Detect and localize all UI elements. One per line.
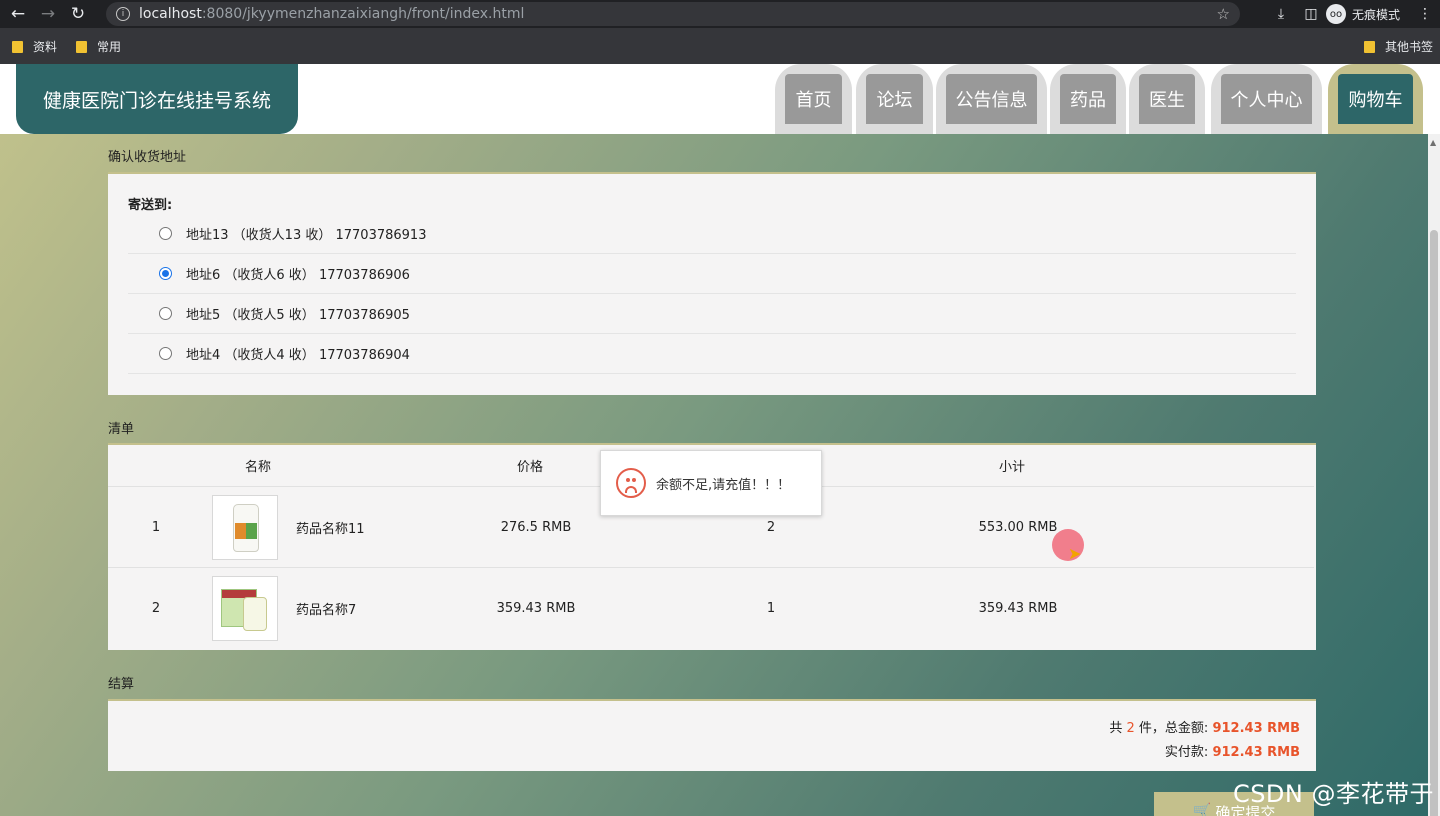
- address-option[interactable]: 地址13 （收货人13 收） 17703786913: [128, 214, 1296, 254]
- settle-panel: 共 2 件，总金额: 912.43 RMB 实付款: 912.43 RMB: [108, 699, 1316, 771]
- side-panel-icon[interactable]: ◫: [1296, 6, 1326, 22]
- column-header-subtotal: 小计: [998, 459, 1025, 475]
- product-image[interactable]: [212, 576, 278, 641]
- site-info-icon[interactable]: i: [116, 7, 130, 21]
- site-header: 健康医院门诊在线挂号系统 首页 论坛 公告信息 药品 医生 个人中心 购物车: [0, 64, 1428, 134]
- product-image[interactable]: [212, 495, 278, 560]
- reload-icon[interactable]: ↻: [66, 2, 90, 26]
- address-panel: 寄送到: 地址13 （收货人13 收） 17703786913 地址6 （收货人…: [108, 172, 1316, 395]
- nav-forum[interactable]: 论坛: [856, 64, 933, 134]
- other-bookmarks-label: 其他书签: [1385, 40, 1434, 54]
- nav-medicine[interactable]: 药品: [1050, 64, 1126, 134]
- product-quantity: 1: [766, 601, 776, 616]
- nav-doctor[interactable]: 医生: [1129, 64, 1205, 134]
- address-radio[interactable]: [159, 227, 172, 240]
- nav-personal-center[interactable]: 个人中心: [1211, 64, 1322, 134]
- address-radio[interactable]: [159, 267, 172, 280]
- address-option[interactable]: 地址4 （收货人4 收） 17703786904: [128, 334, 1296, 374]
- product-subtotal: 359.43 RMB: [978, 601, 1058, 616]
- site-logo[interactable]: 健康医院门诊在线挂号系统: [16, 64, 298, 134]
- menu-icon[interactable]: ⋮: [1410, 6, 1440, 22]
- address-bar[interactable]: i localhost :8080/jkyymenzhanzaixiangh/f…: [106, 2, 1240, 26]
- product-price: 359.43 RMB: [496, 601, 576, 616]
- download-icon[interactable]: ⤓: [1266, 6, 1296, 22]
- address-option-text: 地址5 （收货人5 收） 17703786905: [186, 308, 410, 323]
- item-count: 2: [1126, 721, 1135, 736]
- address-option-text: 地址6 （收货人6 收） 17703786906: [186, 268, 410, 283]
- address-radio[interactable]: [159, 347, 172, 360]
- paid-summary: 实付款: 912.43 RMB: [1165, 741, 1300, 760]
- sad-face-icon: [616, 468, 646, 498]
- incognito-indicator[interactable]: oo 无痕模式: [1325, 4, 1400, 24]
- browser-toolbar: ← → ↻ i localhost :8080/jkyymenzhanzaixi…: [0, 0, 1440, 28]
- medicine-bottle-picture: [233, 504, 259, 552]
- bookmark-folder-1[interactable]: 资料: [12, 38, 57, 55]
- paid-amount: 912.43 RMB: [1212, 745, 1300, 760]
- scroll-up-icon[interactable]: ▲: [1430, 138, 1436, 147]
- toast-message: 余额不足,请充值！！！: [656, 477, 791, 493]
- mouse-cursor-icon: ➤: [1068, 544, 1082, 563]
- bookmark-label: 常用: [97, 40, 122, 54]
- row-index: 1: [151, 520, 161, 535]
- cart-icon: 🛒: [1192, 802, 1212, 816]
- product-name: 药品名称11: [296, 522, 365, 537]
- count-prefix: 共: [1109, 721, 1123, 736]
- bookmark-label: 资料: [33, 40, 58, 54]
- back-icon[interactable]: ←: [6, 2, 30, 26]
- nav-announcements[interactable]: 公告信息: [936, 64, 1047, 134]
- count-suffix: 件，总金额:: [1138, 721, 1209, 736]
- nav-home[interactable]: 首页: [775, 64, 852, 134]
- url-host: localhost: [139, 6, 202, 22]
- product-name: 药品名称7: [296, 603, 357, 618]
- folder-icon: [12, 40, 23, 53]
- address-option-text: 地址4 （收货人4 收） 17703786904: [186, 348, 410, 363]
- column-header-name: 名称: [244, 459, 271, 475]
- total-summary: 共 2 件，总金额: 912.43 RMB: [1109, 717, 1300, 736]
- paid-label: 实付款:: [1164, 745, 1209, 760]
- incognito-icon: oo: [1325, 4, 1346, 24]
- address-option[interactable]: 地址5 （收货人5 收） 17703786905: [128, 294, 1296, 334]
- nav-cart[interactable]: 购物车: [1328, 64, 1423, 134]
- product-price: 276.5 RMB: [500, 520, 572, 535]
- address-section-title: 确认收货地址: [108, 150, 187, 165]
- total-amount: 912.43 RMB: [1212, 721, 1300, 736]
- scrollbar-thumb[interactable]: [1430, 230, 1438, 816]
- list-section-title: 清单: [108, 422, 135, 437]
- address-radio[interactable]: [159, 307, 172, 320]
- ship-to-label: 寄送到:: [128, 198, 173, 213]
- forward-icon[interactable]: →: [36, 2, 60, 26]
- url-path: :8080/jkyymenzhanzaixiangh/front/index.h…: [201, 6, 525, 22]
- medicine-bottle-picture: [243, 597, 267, 631]
- bookmark-star-icon[interactable]: ☆: [1217, 5, 1230, 23]
- page-scrollbar[interactable]: ▲: [1428, 134, 1440, 816]
- folder-icon: [76, 40, 87, 53]
- error-toast: 余额不足,请充值！！！: [600, 450, 822, 516]
- watermark: CSDN @李花带于: [1232, 780, 1434, 808]
- incognito-label: 无痕模式: [1351, 7, 1400, 22]
- bookmark-folder-2[interactable]: 常用: [76, 38, 121, 55]
- row-index: 2: [151, 601, 161, 616]
- column-header-price: 价格: [516, 459, 543, 475]
- settle-section-title: 结算: [108, 677, 135, 692]
- other-bookmarks[interactable]: 其他书签: [1364, 38, 1433, 55]
- folder-icon: [1364, 40, 1375, 53]
- table-row: 2 药品名称7 359.43 RMB 1 359.43 RMB: [108, 567, 1314, 648]
- address-option[interactable]: 地址6 （收货人6 收） 17703786906: [128, 254, 1296, 294]
- bookmarks-bar: 资料 常用 其他书签: [0, 28, 1440, 64]
- address-option-text: 地址13 （收货人13 收） 17703786913: [186, 228, 427, 243]
